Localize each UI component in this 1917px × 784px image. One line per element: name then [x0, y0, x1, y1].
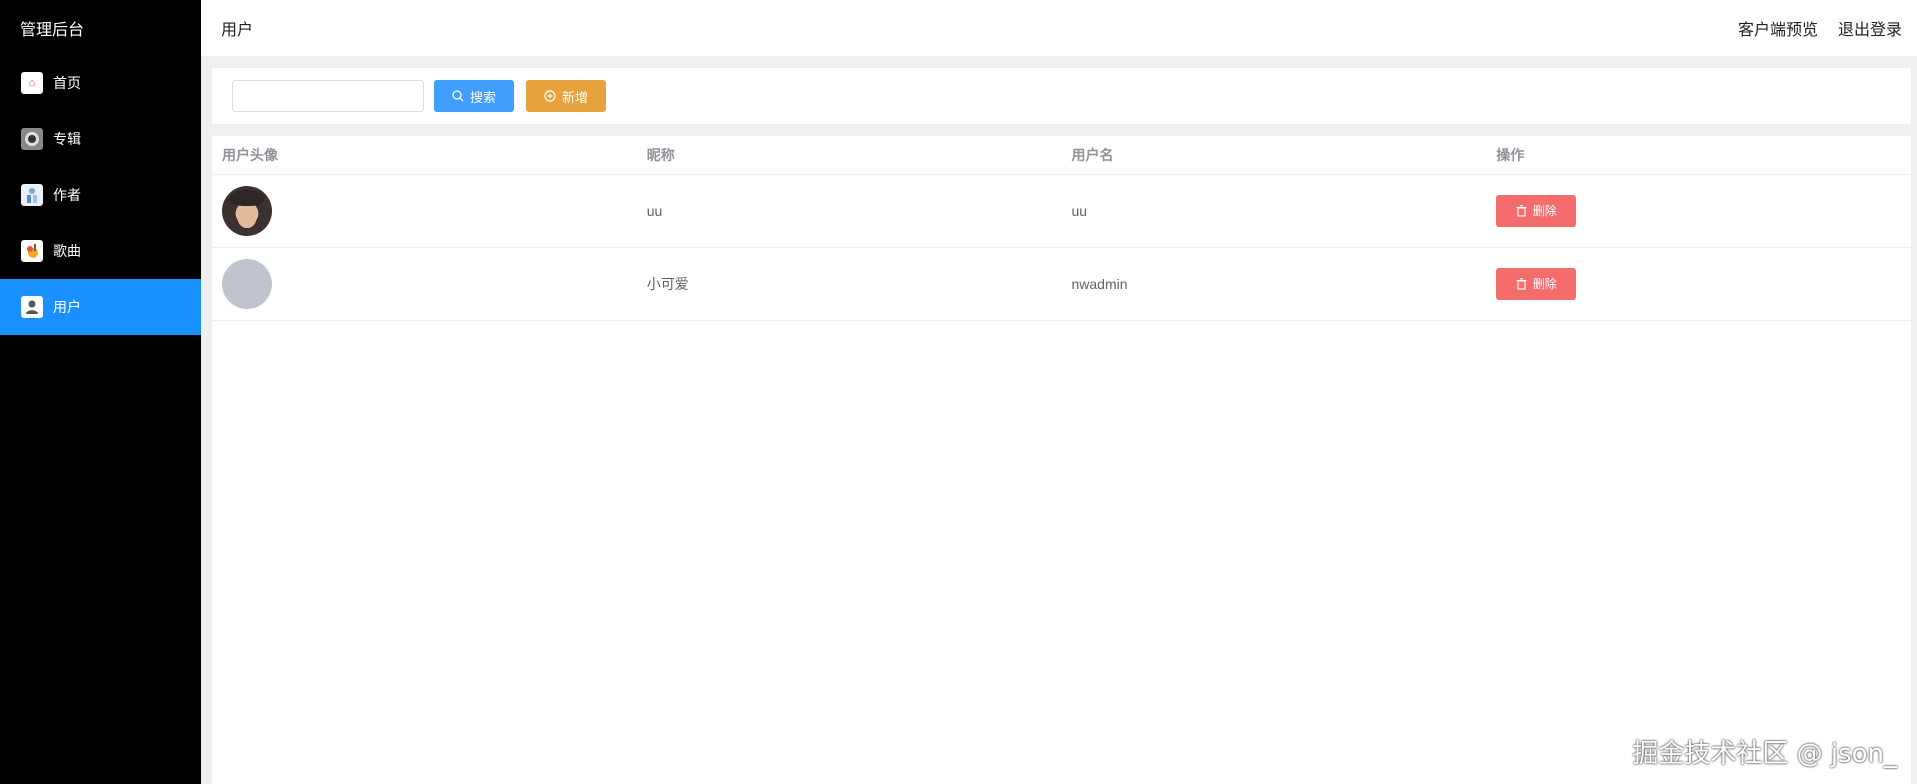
user-table: 用户头像 昵称 用户名 操作 uu uu 删除 小可爱 nwadmin 删除: [212, 136, 1911, 321]
search-button[interactable]: 搜索: [434, 80, 514, 112]
user-icon: [21, 296, 43, 318]
table-row: 小可爱 nwadmin 删除: [212, 247, 1911, 321]
table-header-row: 用户头像 昵称 用户名 操作: [212, 136, 1911, 175]
search-input[interactable]: [232, 80, 424, 112]
avatar-cell: [212, 174, 637, 248]
sidebar-item-label: 用户: [53, 299, 81, 315]
author-icon: [21, 184, 43, 206]
sidebar-title: 管理后台: [20, 21, 85, 39]
nickname-cell: uu: [636, 174, 1062, 248]
sidebar-item-label: 歌曲: [53, 243, 81, 259]
sidebar-item-home[interactable]: ⌂ 首页: [0, 55, 201, 111]
delete-button[interactable]: 删除: [1496, 194, 1577, 227]
avatar: [222, 185, 272, 236]
toolbar: 搜索 新增: [212, 68, 1911, 124]
sidebar-nav: ⌂ 首页 专辑 作者 歌曲 用户: [0, 55, 201, 335]
avatar: [222, 258, 272, 309]
sidebar-item-label: 首页: [53, 75, 81, 91]
trash-icon: [1516, 204, 1527, 217]
search-button-label: 搜索: [469, 89, 496, 105]
nickname-cell: 小可爱: [636, 247, 1062, 321]
delete-button-label: 删除: [1532, 204, 1557, 218]
delete-button[interactable]: 删除: [1496, 267, 1577, 300]
plus-circle-icon: [544, 90, 556, 102]
watermark: 掘金技术社区 @ json_: [1632, 739, 1897, 769]
top-header: 用户 客户端预览 退出登录: [201, 0, 1917, 56]
user-table-card: 用户头像 昵称 用户名 操作 uu uu 删除 小可爱 nwadmin 删除: [212, 136, 1911, 784]
username-cell: uu: [1061, 174, 1487, 248]
column-header-nickname: 昵称: [636, 136, 1062, 175]
song-icon: [21, 240, 43, 262]
sidebar-item-song[interactable]: 歌曲: [0, 223, 201, 279]
column-header-avatar: 用户头像: [212, 136, 637, 175]
column-header-action: 操作: [1486, 136, 1911, 175]
table-row: uu uu 删除: [212, 174, 1911, 248]
delete-button-label: 删除: [1532, 277, 1557, 291]
sidebar-item-user[interactable]: 用户: [0, 279, 201, 335]
page-title: 用户: [221, 22, 254, 39]
sidebar-item-author[interactable]: 作者: [0, 167, 201, 223]
trash-icon: [1516, 277, 1527, 290]
home-icon: ⌂: [21, 72, 43, 94]
add-button-label: 新增: [561, 89, 588, 105]
action-cell: 删除: [1486, 247, 1911, 321]
sidebar-item-label: 专辑: [53, 131, 81, 147]
sidebar-item-album[interactable]: 专辑: [0, 111, 201, 167]
client-preview-link[interactable]: 客户端预览: [1738, 16, 1818, 40]
sidebar: 管理后台 ⌂ 首页 专辑 作者 歌曲 用户: [0, 0, 201, 784]
column-header-username: 用户名: [1061, 136, 1487, 175]
add-button[interactable]: 新增: [526, 80, 606, 112]
sidebar-item-label: 作者: [53, 187, 81, 203]
username-cell: nwadmin: [1061, 247, 1487, 321]
action-cell: 删除: [1486, 174, 1911, 248]
logout-link[interactable]: 退出登录: [1838, 16, 1902, 40]
avatar-cell: [212, 247, 637, 321]
search-icon: [452, 90, 464, 102]
header-actions: 客户端预览 退出登录: [1738, 16, 1902, 40]
disc-icon: [21, 128, 43, 150]
